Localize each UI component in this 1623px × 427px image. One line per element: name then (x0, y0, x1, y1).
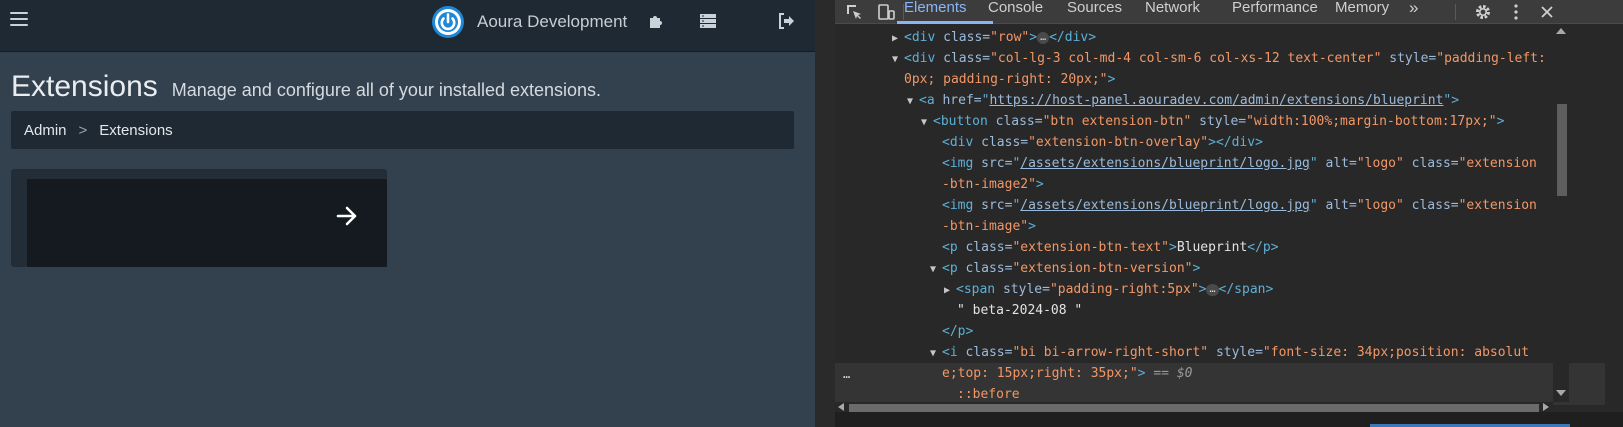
dom-node-img[interactable]: <img src="/assets/extensions/blueprint/l… (942, 195, 1537, 216)
more-tabs-chevron-icon[interactable]: » (1409, 0, 1418, 24)
horizontal-scroll-thumb[interactable] (849, 404, 1539, 412)
scroll-right-arrow-icon[interactable] (1543, 403, 1549, 411)
brand[interactable]: Aoura Development (432, 6, 627, 38)
scroll-down-arrow-icon[interactable] (1556, 390, 1566, 396)
collapsed-ellipsis: … (1037, 31, 1050, 44)
dom-node-i-wrap: e;top: 15px;right: 35px;"> == $0 (942, 366, 1193, 381)
dom-node-overlay[interactable]: <div class="extension-btn-overlay"></div… (942, 132, 1263, 153)
dom-node-p-close: </p> (942, 324, 974, 339)
tab-sources[interactable]: Sources (1067, 0, 1122, 24)
horizontal-scrollbar[interactable] (835, 402, 1553, 412)
gear-icon[interactable] (1473, 2, 1493, 22)
panel-splitter[interactable] (815, 0, 835, 427)
dom-tree: … ▶ <div class="row">… </div> ▼ <div class=… (835, 27, 1605, 405)
arrow-right-icon[interactable] (333, 202, 361, 230)
top-navbar: Aoura Development (0, 0, 815, 52)
dom-node-col-wrap: 0px; padding-right: 20px;"> (904, 72, 1116, 87)
collapsed-ellipsis: … (1206, 283, 1219, 296)
scroll-left-arrow-icon[interactable] (838, 403, 844, 411)
dom-node-i-selected[interactable]: ▼ <i class="bi bi-arrow-right-short" styl… (930, 342, 1529, 363)
page-title: Extensions (11, 70, 158, 103)
breadcrumb: Admin > Extensions (11, 111, 794, 149)
tab-performance[interactable]: Performance (1232, 0, 1318, 24)
hamburger-menu-icon[interactable] (10, 12, 28, 28)
devtools-tabbar: Elements Console Sources Network Perform… (835, 0, 1623, 24)
tab-memory[interactable]: Memory (1335, 0, 1389, 24)
node-actions-ellipsis[interactable]: … (843, 367, 850, 381)
dom-node-img2[interactable]: <img src="/assets/extensions/blueprint/l… (942, 153, 1537, 174)
collapse-triangle-icon[interactable]: ▼ (930, 259, 942, 280)
devtools-panel: Elements Console Sources Network Perform… (835, 0, 1623, 427)
tab-console[interactable]: Console (988, 0, 1043, 24)
dom-node-button[interactable]: ▼ <button class="btn extension-btn" style… (921, 111, 1504, 132)
dom-node-span[interactable]: ▶ <span style="padding-right:5px">… </span… (944, 279, 1273, 300)
inspect-element-icon[interactable] (844, 2, 864, 22)
brand-name: Aoura Development (477, 12, 628, 31)
dom-node-img-wrap: -btn-image"> (942, 219, 1036, 234)
server-icon[interactable] (697, 10, 719, 32)
active-tab-indicator (897, 21, 993, 24)
dom-node-col[interactable]: ▼ <div class="col-lg-3 col-md-4 col-sm-6 … (892, 48, 1546, 69)
dom-node-anchor[interactable]: ▼ <a href="https://host-panel.aouradev.co… (907, 90, 1459, 111)
web-page: Aoura Development Extensions Manage and … (0, 0, 815, 427)
dom-node-p-version[interactable]: ▼ <p class="extension-btn-version"> (930, 258, 1200, 279)
vertical-scroll-thumb[interactable] (1557, 104, 1567, 196)
vertical-scrollbar[interactable] (1553, 24, 1569, 402)
collapse-triangle-icon[interactable]: ▼ (930, 343, 942, 364)
content-header: Extensions Manage and configure all of y… (11, 70, 601, 104)
breadcrumb-item-extensions: Extensions (99, 121, 173, 139)
collapse-triangle-icon[interactable]: ▼ (907, 91, 919, 112)
dom-node-img2-wrap: -btn-image2"> (942, 177, 1044, 192)
tab-network[interactable]: Network (1145, 0, 1200, 24)
device-toolbar-icon[interactable] (876, 2, 896, 22)
kebab-menu-icon[interactable] (1506, 2, 1526, 22)
extension-card (11, 169, 387, 267)
breadcrumb-separator: > (78, 121, 88, 139)
dom-node-p-text[interactable]: <p class="extension-btn-text">Blueprint<… (942, 237, 1279, 258)
breadcrumb-item-admin[interactable]: Admin (24, 122, 67, 139)
collapse-triangle-icon[interactable]: ▼ (892, 49, 904, 70)
expand-triangle-icon[interactable]: ▶ (892, 28, 904, 49)
page-subtitle: Manage and configure all of your install… (171, 80, 602, 100)
scroll-up-arrow-icon[interactable] (1556, 28, 1566, 34)
collapse-triangle-icon[interactable]: ▼ (921, 112, 933, 133)
dom-text-node[interactable]: " beta-2024-08 " (957, 300, 1082, 321)
expand-triangle-icon[interactable]: ▶ (944, 280, 956, 301)
sign-out-icon[interactable] (775, 10, 797, 32)
power-logo-icon (432, 6, 464, 38)
puzzle-icon[interactable] (645, 10, 667, 32)
close-icon[interactable] (1537, 2, 1557, 22)
dom-node-row[interactable]: ▶ <div class="row">… </div> (892, 27, 1096, 48)
